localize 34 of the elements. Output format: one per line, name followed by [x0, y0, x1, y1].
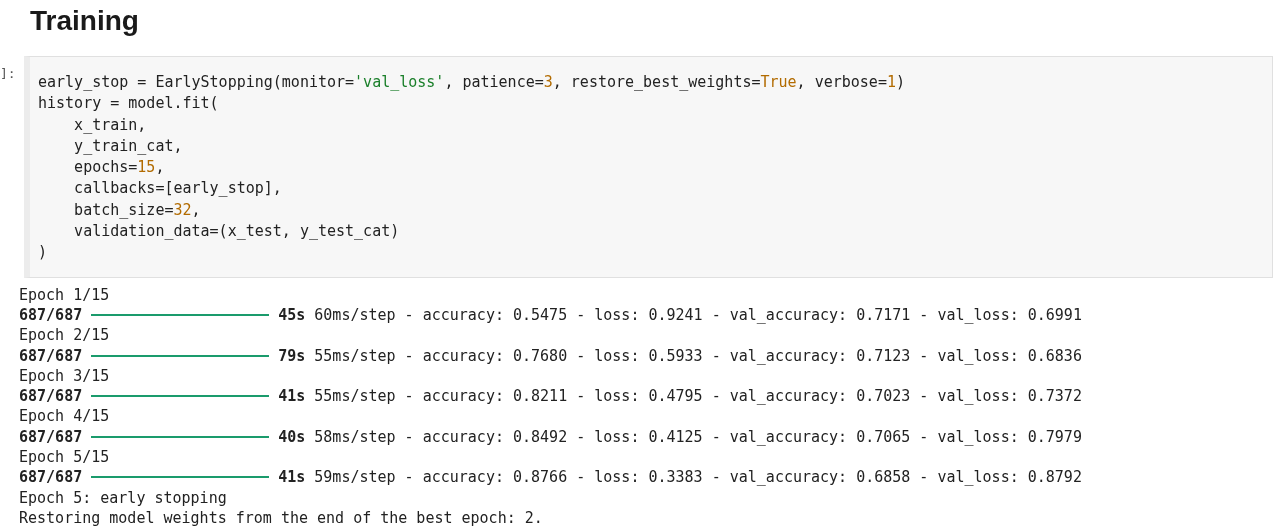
cell-prompt: ]:: [0, 65, 17, 81]
elapsed-time: 41s: [278, 467, 306, 488]
output-line: Epoch 3/15: [19, 365, 110, 387]
code-cell[interactable]: [24, 56, 1273, 278]
step-count: 687/687: [19, 304, 83, 326]
elapsed-time: 40s: [278, 426, 306, 448]
output-line: Epoch 5/15: [19, 447, 110, 468]
code-line: history = model.fit(: [38, 93, 219, 115]
metrics-text: 60ms/step - accuracy: 0.5475 - loss: 0.9241 - val_accuracy: 0.7171 - val_loss: 0.6991: [314, 304, 1082, 326]
code-line: epochs=15,: [73, 157, 165, 179]
step-count: 687/687: [19, 386, 83, 407]
output-line: Epoch 5: early stopping: [19, 487, 227, 508]
section-heading: Training: [29, 4, 140, 38]
code-line: validation_data=(x_test, y_test_cat): [73, 221, 400, 243]
metrics-text: 55ms/step - accuracy: 0.7680 - loss: 0.5933 - val_accuracy: 0.7123 - val_loss: 0.6836: [314, 345, 1082, 366]
elapsed-time: 79s: [278, 345, 306, 366]
code-line: batch_size=32,: [73, 199, 201, 221]
code-line: callbacks=[early_stop],: [73, 178, 282, 200]
output-line: Epoch 4/15: [19, 406, 110, 427]
output-line: Epoch 1/15: [19, 284, 110, 305]
metrics-text: 59ms/step - accuracy: 0.8766 - loss: 0.3383 - val_accuracy: 0.6858 - val_loss: 0.8792: [314, 467, 1082, 488]
elapsed-time: 41s: [278, 386, 306, 407]
step-count: 687/687: [19, 426, 83, 448]
step-count: 687/687: [19, 467, 83, 488]
metrics-text: 55ms/step - accuracy: 0.8211 - loss: 0.4795 - val_accuracy: 0.7023 - val_loss: 0.7372: [314, 386, 1082, 407]
code-line: early_stop = EarlyStopping(monitor='val_loss', patience=3, restore_best_weights=True, verbose=1): [38, 72, 905, 93]
code-line: ): [38, 242, 48, 264]
elapsed-time: 45s: [278, 304, 306, 326]
step-count: 687/687: [19, 345, 83, 366]
output-line: Restoring model weights from the end of the best epoch: 2.: [19, 507, 543, 529]
output-line: Epoch 2/15: [19, 325, 110, 346]
code-line: x_train,: [73, 114, 147, 136]
code-line: y_train_cat,: [73, 135, 183, 157]
metrics-text: 58ms/step - accuracy: 0.8492 - loss: 0.4125 - val_accuracy: 0.7065 - val_loss: 0.7979: [314, 426, 1082, 448]
